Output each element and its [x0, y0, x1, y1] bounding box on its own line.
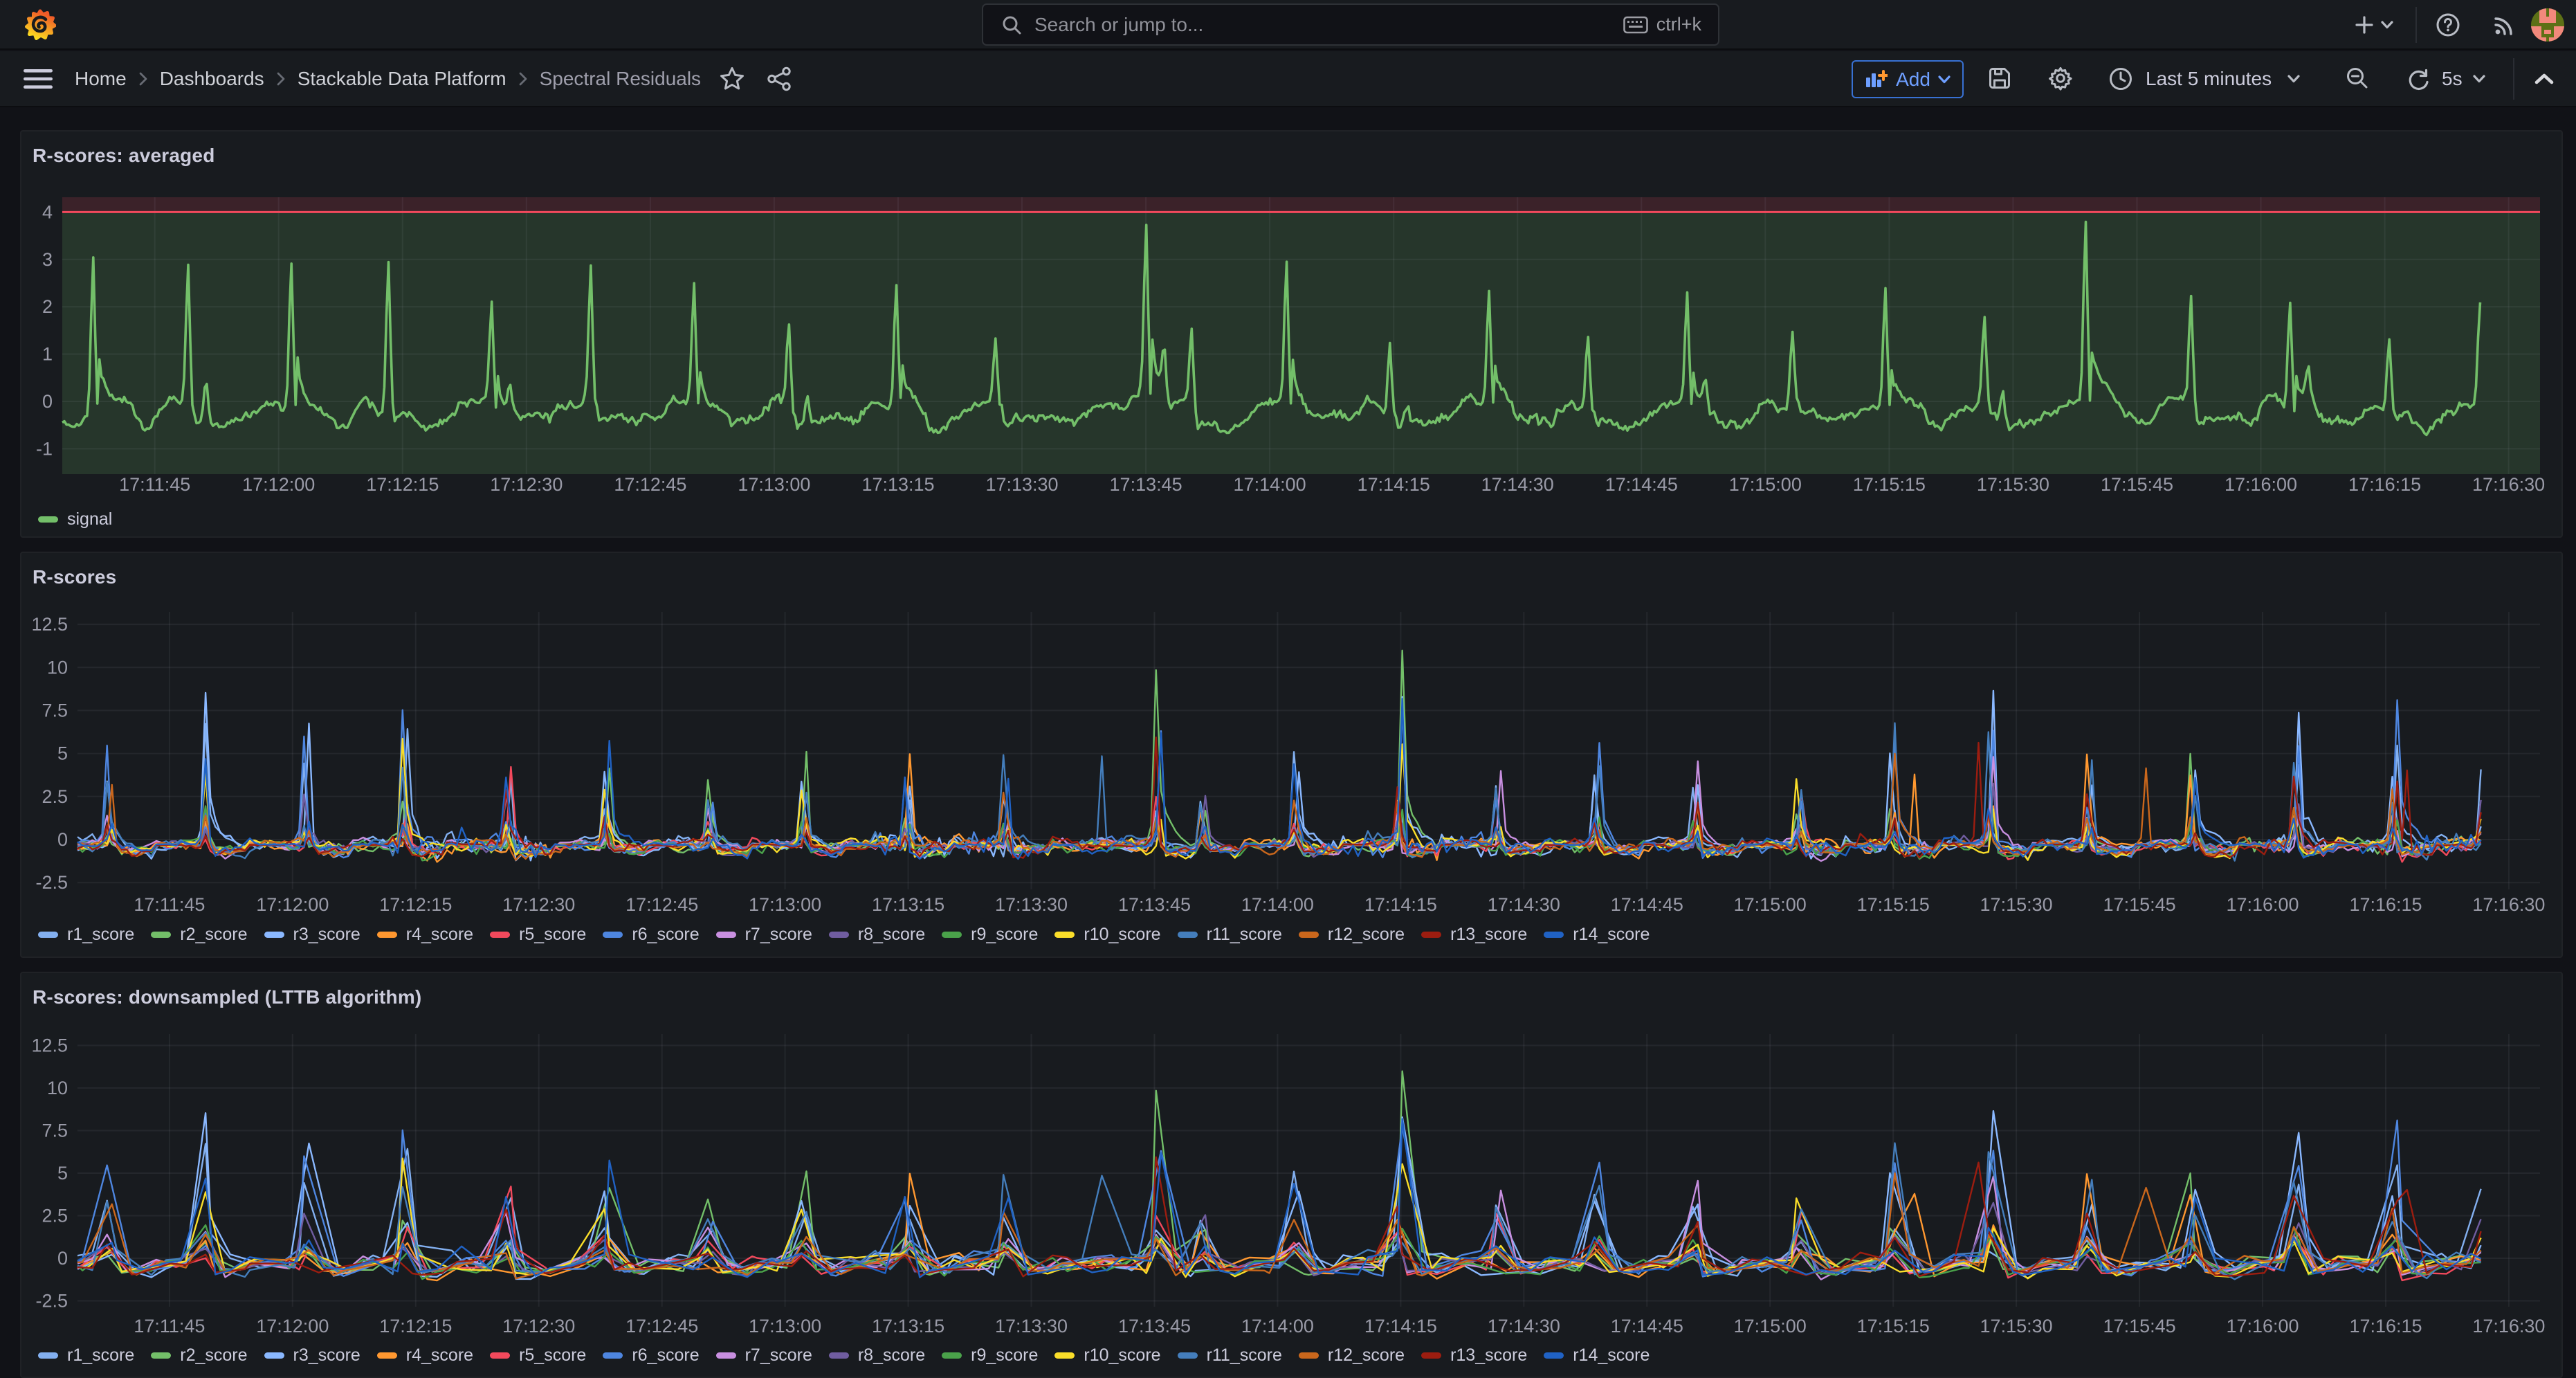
- svg-text:4: 4: [42, 201, 53, 222]
- svg-text:17:13:45: 17:13:45: [1118, 1316, 1191, 1336]
- svg-text:17:13:30: 17:13:30: [995, 894, 1068, 915]
- svg-text:17:14:00: 17:14:00: [1241, 894, 1314, 915]
- svg-text:17:12:15: 17:12:15: [366, 474, 439, 495]
- svg-text:5: 5: [57, 743, 68, 764]
- svg-text:17:13:15: 17:13:15: [861, 474, 934, 495]
- svg-text:0: 0: [42, 391, 53, 412]
- svg-text:17:15:15: 17:15:15: [1857, 894, 1930, 915]
- svg-text:-2.5: -2.5: [35, 872, 68, 893]
- svg-text:17:12:00: 17:12:00: [256, 894, 329, 915]
- svg-text:17:12:30: 17:12:30: [502, 894, 575, 915]
- svg-text:2.5: 2.5: [42, 786, 68, 807]
- svg-text:17:12:45: 17:12:45: [625, 1316, 698, 1336]
- svg-text:17:13:15: 17:13:15: [872, 894, 944, 915]
- svg-text:17:14:15: 17:14:15: [1358, 474, 1430, 495]
- svg-text:1: 1: [42, 344, 53, 365]
- svg-text:17:14:30: 17:14:30: [1488, 1316, 1560, 1336]
- svg-text:17:14:15: 17:14:15: [1364, 1316, 1437, 1336]
- svg-text:17:12:00: 17:12:00: [242, 474, 315, 495]
- svg-text:17:16:00: 17:16:00: [2225, 474, 2297, 495]
- svg-text:17:12:45: 17:12:45: [614, 474, 686, 495]
- svg-text:2: 2: [42, 296, 53, 317]
- svg-text:17:14:00: 17:14:00: [1234, 474, 1306, 495]
- svg-text:10: 10: [47, 657, 68, 678]
- svg-text:17:15:00: 17:15:00: [1734, 894, 1807, 915]
- svg-text:17:16:30: 17:16:30: [2472, 474, 2545, 495]
- svg-text:17:13:30: 17:13:30: [995, 1316, 1068, 1336]
- svg-text:17:14:45: 17:14:45: [1611, 1316, 1683, 1336]
- svg-text:17:16:00: 17:16:00: [2226, 1316, 2299, 1336]
- svg-text:17:12:00: 17:12:00: [256, 1316, 329, 1336]
- svg-text:17:14:30: 17:14:30: [1481, 474, 1554, 495]
- svg-text:17:16:30: 17:16:30: [2472, 894, 2545, 915]
- svg-text:-1: -1: [36, 438, 53, 459]
- svg-text:2.5: 2.5: [42, 1206, 68, 1226]
- svg-text:17:11:45: 17:11:45: [134, 1316, 205, 1336]
- svg-text:0: 0: [57, 1248, 68, 1269]
- svg-text:17:12:30: 17:12:30: [502, 1316, 575, 1336]
- svg-text:17:15:45: 17:15:45: [2103, 1316, 2176, 1336]
- svg-text:17:13:15: 17:13:15: [872, 1316, 944, 1336]
- svg-text:17:13:45: 17:13:45: [1110, 474, 1182, 495]
- svg-text:17:12:15: 17:12:15: [379, 1316, 452, 1336]
- svg-text:17:15:30: 17:15:30: [1977, 474, 2049, 495]
- svg-text:17:16:15: 17:16:15: [2349, 1316, 2422, 1336]
- svg-text:17:15:15: 17:15:15: [1857, 1316, 1930, 1336]
- svg-text:17:16:15: 17:16:15: [2349, 894, 2422, 915]
- svg-text:0: 0: [57, 829, 68, 850]
- svg-text:17:12:30: 17:12:30: [490, 474, 563, 495]
- svg-text:5: 5: [57, 1163, 68, 1184]
- svg-text:17:14:45: 17:14:45: [1605, 474, 1678, 495]
- svg-text:12.5: 12.5: [31, 614, 68, 635]
- svg-text:17:15:00: 17:15:00: [1734, 1316, 1807, 1336]
- svg-text:17:13:00: 17:13:00: [738, 474, 810, 495]
- svg-text:17:12:15: 17:12:15: [379, 894, 452, 915]
- svg-text:17:14:45: 17:14:45: [1611, 894, 1683, 915]
- svg-text:17:11:45: 17:11:45: [134, 894, 205, 915]
- svg-text:17:13:00: 17:13:00: [749, 1316, 821, 1336]
- svg-text:10: 10: [47, 1078, 68, 1098]
- svg-text:17:13:00: 17:13:00: [749, 894, 821, 915]
- svg-text:17:15:45: 17:15:45: [2103, 894, 2176, 915]
- svg-text:17:16:30: 17:16:30: [2472, 1316, 2545, 1336]
- svg-text:17:14:00: 17:14:00: [1241, 1316, 1314, 1336]
- svg-text:17:15:00: 17:15:00: [1729, 474, 1802, 495]
- svg-text:17:13:45: 17:13:45: [1118, 894, 1191, 915]
- svg-text:17:11:45: 17:11:45: [119, 474, 190, 495]
- svg-text:17:15:15: 17:15:15: [1853, 474, 1926, 495]
- svg-text:17:15:45: 17:15:45: [2101, 474, 2173, 495]
- svg-text:17:15:30: 17:15:30: [1980, 1316, 2053, 1336]
- svg-text:-2.5: -2.5: [35, 1291, 68, 1312]
- svg-text:17:12:45: 17:12:45: [625, 894, 698, 915]
- svg-text:17:14:15: 17:14:15: [1364, 894, 1437, 915]
- svg-text:17:16:15: 17:16:15: [2348, 474, 2421, 495]
- svg-text:12.5: 12.5: [31, 1035, 68, 1056]
- svg-text:17:16:00: 17:16:00: [2226, 894, 2299, 915]
- svg-text:17:13:30: 17:13:30: [985, 474, 1058, 495]
- svg-text:17:15:30: 17:15:30: [1980, 894, 2053, 915]
- svg-text:3: 3: [42, 249, 53, 270]
- svg-text:7.5: 7.5: [42, 700, 68, 721]
- svg-text:17:14:30: 17:14:30: [1488, 894, 1560, 915]
- svg-text:7.5: 7.5: [42, 1121, 68, 1141]
